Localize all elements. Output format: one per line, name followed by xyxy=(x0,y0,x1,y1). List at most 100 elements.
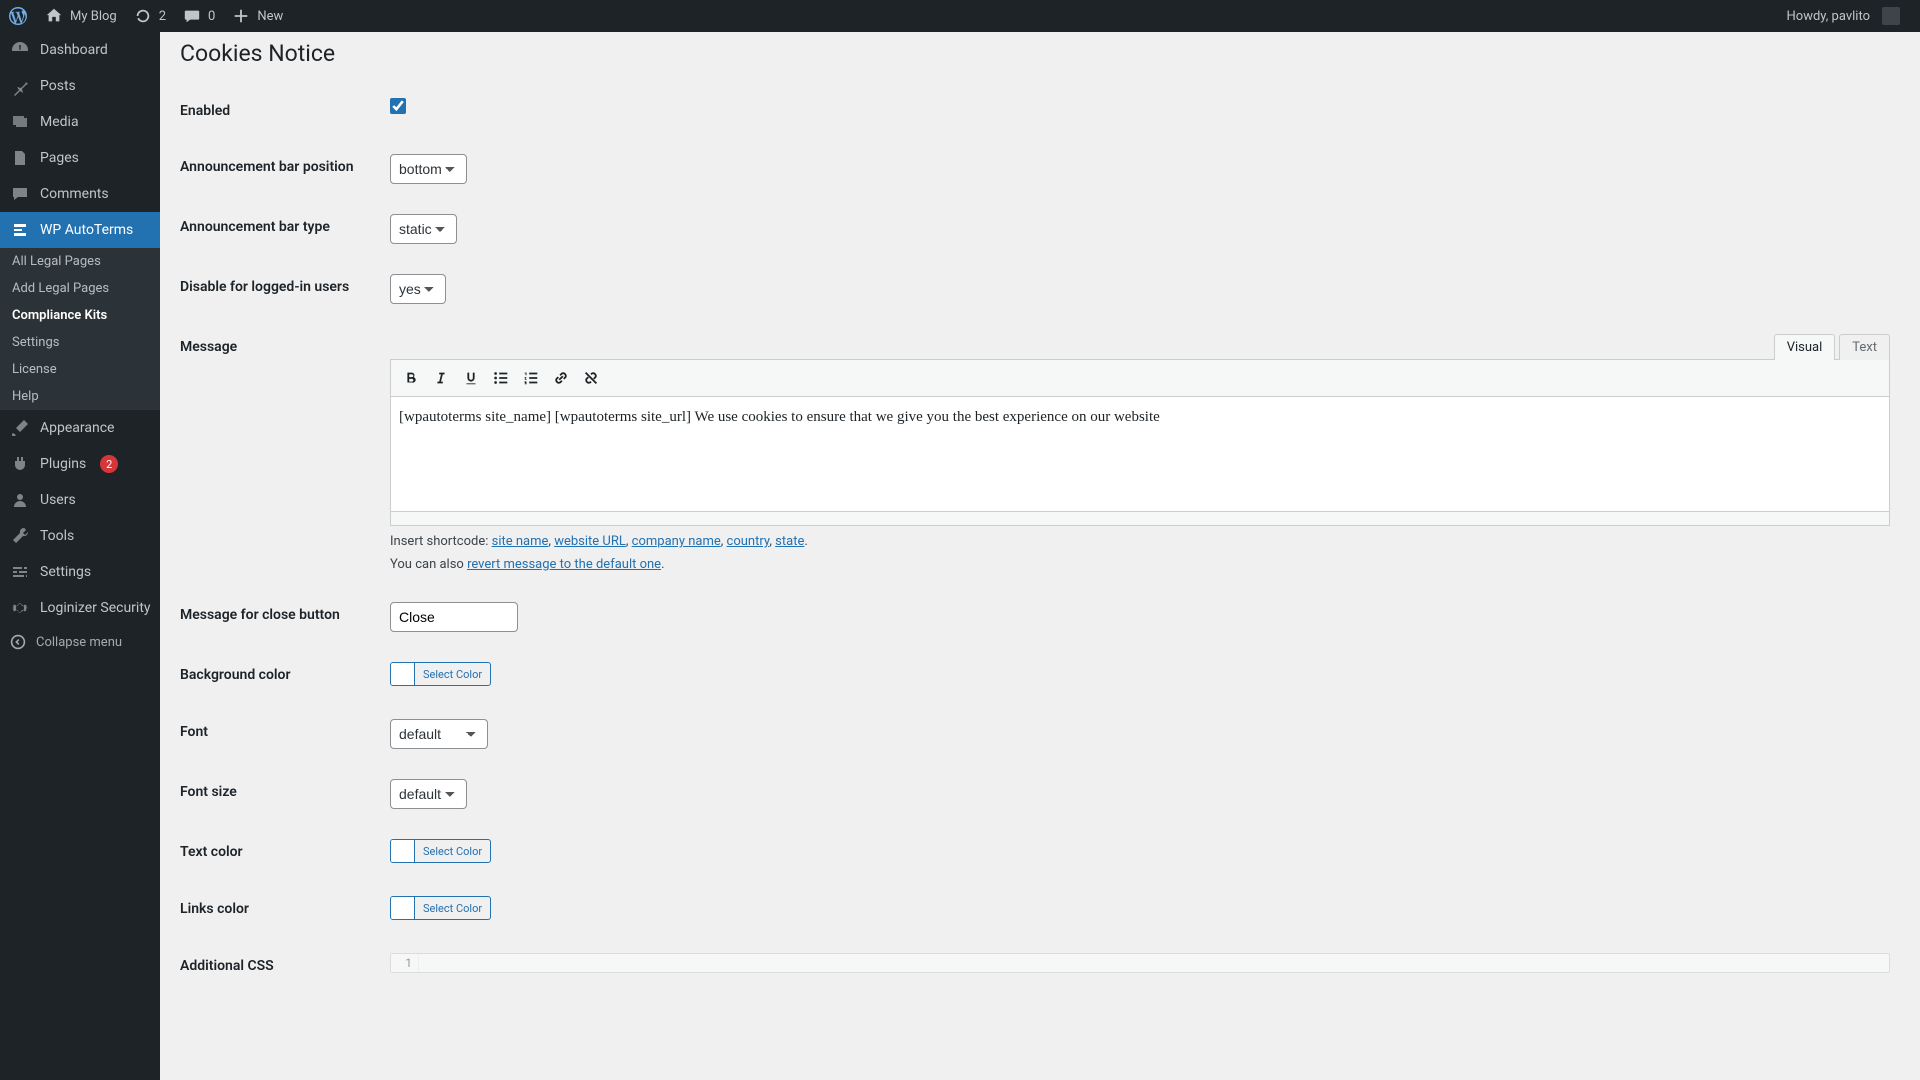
editor-toolbar xyxy=(390,359,1890,397)
revert-note: You can also revert message to the defau… xyxy=(390,557,1890,572)
tab-visual[interactable]: Visual xyxy=(1774,334,1836,360)
admin-bar: My Blog 2 0 New Howdy, pavlito xyxy=(0,0,1920,32)
css-gutter: 1 xyxy=(391,954,419,972)
page-title: Cookies Notice xyxy=(180,32,1900,71)
shortcode-note: Insert shortcode: site name, website URL… xyxy=(390,534,1890,549)
comments-icon xyxy=(10,184,30,204)
sliders-icon xyxy=(10,562,30,582)
menu-appearance[interactable]: Appearance xyxy=(0,410,160,446)
wp-logo[interactable] xyxy=(0,0,36,32)
account-link[interactable]: Howdy, pavlito xyxy=(1779,0,1908,32)
autoterms-icon xyxy=(10,220,30,240)
css-body[interactable] xyxy=(419,954,1889,972)
menu-posts[interactable]: Posts xyxy=(0,68,160,104)
links-color-swatch xyxy=(391,897,415,919)
dashboard-icon xyxy=(10,40,30,60)
sc-site-name[interactable]: site name xyxy=(492,534,549,549)
label-additional-css: Additional CSS xyxy=(180,938,380,994)
menu-loginizer[interactable]: Loginizer Security xyxy=(0,590,160,626)
bullet-list-button[interactable] xyxy=(487,364,515,392)
menu-dashboard[interactable]: Dashboard xyxy=(0,32,160,68)
refresh-icon xyxy=(133,6,153,26)
text-color-button[interactable]: Select Color xyxy=(390,839,491,863)
wrench-icon xyxy=(10,526,30,546)
submenu-settings[interactable]: Settings xyxy=(0,329,160,356)
numbered-list-button[interactable] xyxy=(517,364,545,392)
css-editor[interactable]: 1 xyxy=(390,953,1890,973)
label-text-color: Text color xyxy=(180,824,380,881)
home-icon xyxy=(44,6,64,26)
submenu-help[interactable]: Help xyxy=(0,383,160,410)
menu-media[interactable]: Media xyxy=(0,104,160,140)
submenu-all-legal[interactable]: All Legal Pages xyxy=(0,248,160,275)
admin-menu: Dashboard Posts Media Pages Comments WP … xyxy=(0,32,160,1080)
label-message: Message xyxy=(180,319,380,587)
italic-button[interactable] xyxy=(427,364,455,392)
sc-country[interactable]: country xyxy=(727,534,770,549)
label-font-size: Font size xyxy=(180,764,380,824)
unlink-button[interactable] xyxy=(577,364,605,392)
disable-logged-select[interactable]: yes xyxy=(390,274,446,304)
submenu-compliance[interactable]: Compliance Kits xyxy=(0,302,160,329)
label-links-color: Links color xyxy=(180,881,380,938)
label-bar-position: Announcement bar position xyxy=(180,139,380,199)
text-color-swatch xyxy=(391,840,415,862)
settings-table: Enabled Announcement bar position bottom… xyxy=(180,83,1900,994)
bg-color-button[interactable]: Select Color xyxy=(390,662,491,686)
editor-statusbar xyxy=(390,512,1890,526)
collapse-icon xyxy=(10,634,26,650)
label-bar-type: Announcement bar type xyxy=(180,199,380,259)
new-link[interactable]: New xyxy=(223,0,291,32)
font-size-select[interactable]: default xyxy=(390,779,467,809)
label-disable-logged: Disable for logged-in users xyxy=(180,259,380,319)
menu-pages[interactable]: Pages xyxy=(0,140,160,176)
plus-icon xyxy=(231,6,251,26)
label-enabled: Enabled xyxy=(180,83,380,139)
sc-website-url[interactable]: website URL xyxy=(554,534,626,549)
underline-button[interactable] xyxy=(457,364,485,392)
site-title: My Blog xyxy=(70,9,117,24)
bold-button[interactable] xyxy=(397,364,425,392)
comment-icon xyxy=(182,6,202,26)
page-wrap: Cookies Notice Enabled Announcement bar … xyxy=(160,32,1920,1034)
pin-icon xyxy=(10,76,30,96)
avatar xyxy=(1882,7,1900,25)
gear-icon xyxy=(10,598,30,618)
editor-body[interactable]: [wpautoterms site_name] [wpautoterms sit… xyxy=(390,397,1890,512)
comments-link[interactable]: 0 xyxy=(174,0,223,32)
revert-link[interactable]: revert message to the default one xyxy=(467,557,661,572)
bar-type-select[interactable]: static xyxy=(390,214,457,244)
wordpress-icon xyxy=(8,6,28,26)
menu-users[interactable]: Users xyxy=(0,482,160,518)
site-link[interactable]: My Blog xyxy=(36,0,125,32)
menu-settings[interactable]: Settings xyxy=(0,554,160,590)
updates-link[interactable]: 2 xyxy=(125,0,174,32)
enabled-checkbox[interactable] xyxy=(390,98,406,114)
menu-comments[interactable]: Comments xyxy=(0,176,160,212)
bar-position-select[interactable]: bottom xyxy=(390,154,467,184)
sc-company[interactable]: company name xyxy=(632,534,721,549)
media-icon xyxy=(10,112,30,132)
link-button[interactable] xyxy=(547,364,575,392)
links-color-button[interactable]: Select Color xyxy=(390,896,491,920)
close-message-input[interactable] xyxy=(390,602,518,632)
page-icon xyxy=(10,148,30,168)
new-label: New xyxy=(257,9,283,24)
collapse-menu[interactable]: Collapse menu xyxy=(0,626,160,658)
menu-autoterms[interactable]: WP AutoTerms xyxy=(0,212,160,248)
submenu-add-legal[interactable]: Add Legal Pages xyxy=(0,275,160,302)
font-select[interactable]: default xyxy=(390,719,488,749)
plugins-badge: 2 xyxy=(100,455,118,473)
tab-text[interactable]: Text xyxy=(1839,334,1890,360)
submenu-autoterms: All Legal Pages Add Legal Pages Complian… xyxy=(0,248,160,410)
howdy-text: Howdy, pavlito xyxy=(1787,9,1870,24)
submenu-license[interactable]: License xyxy=(0,356,160,383)
brush-icon xyxy=(10,418,30,438)
user-icon xyxy=(10,490,30,510)
label-close-msg: Message for close button xyxy=(180,587,380,647)
plugin-icon xyxy=(10,454,30,474)
menu-plugins[interactable]: Plugins 2 xyxy=(0,446,160,482)
menu-tools[interactable]: Tools xyxy=(0,518,160,554)
sc-state[interactable]: state xyxy=(775,534,804,549)
bg-color-swatch xyxy=(391,663,415,685)
